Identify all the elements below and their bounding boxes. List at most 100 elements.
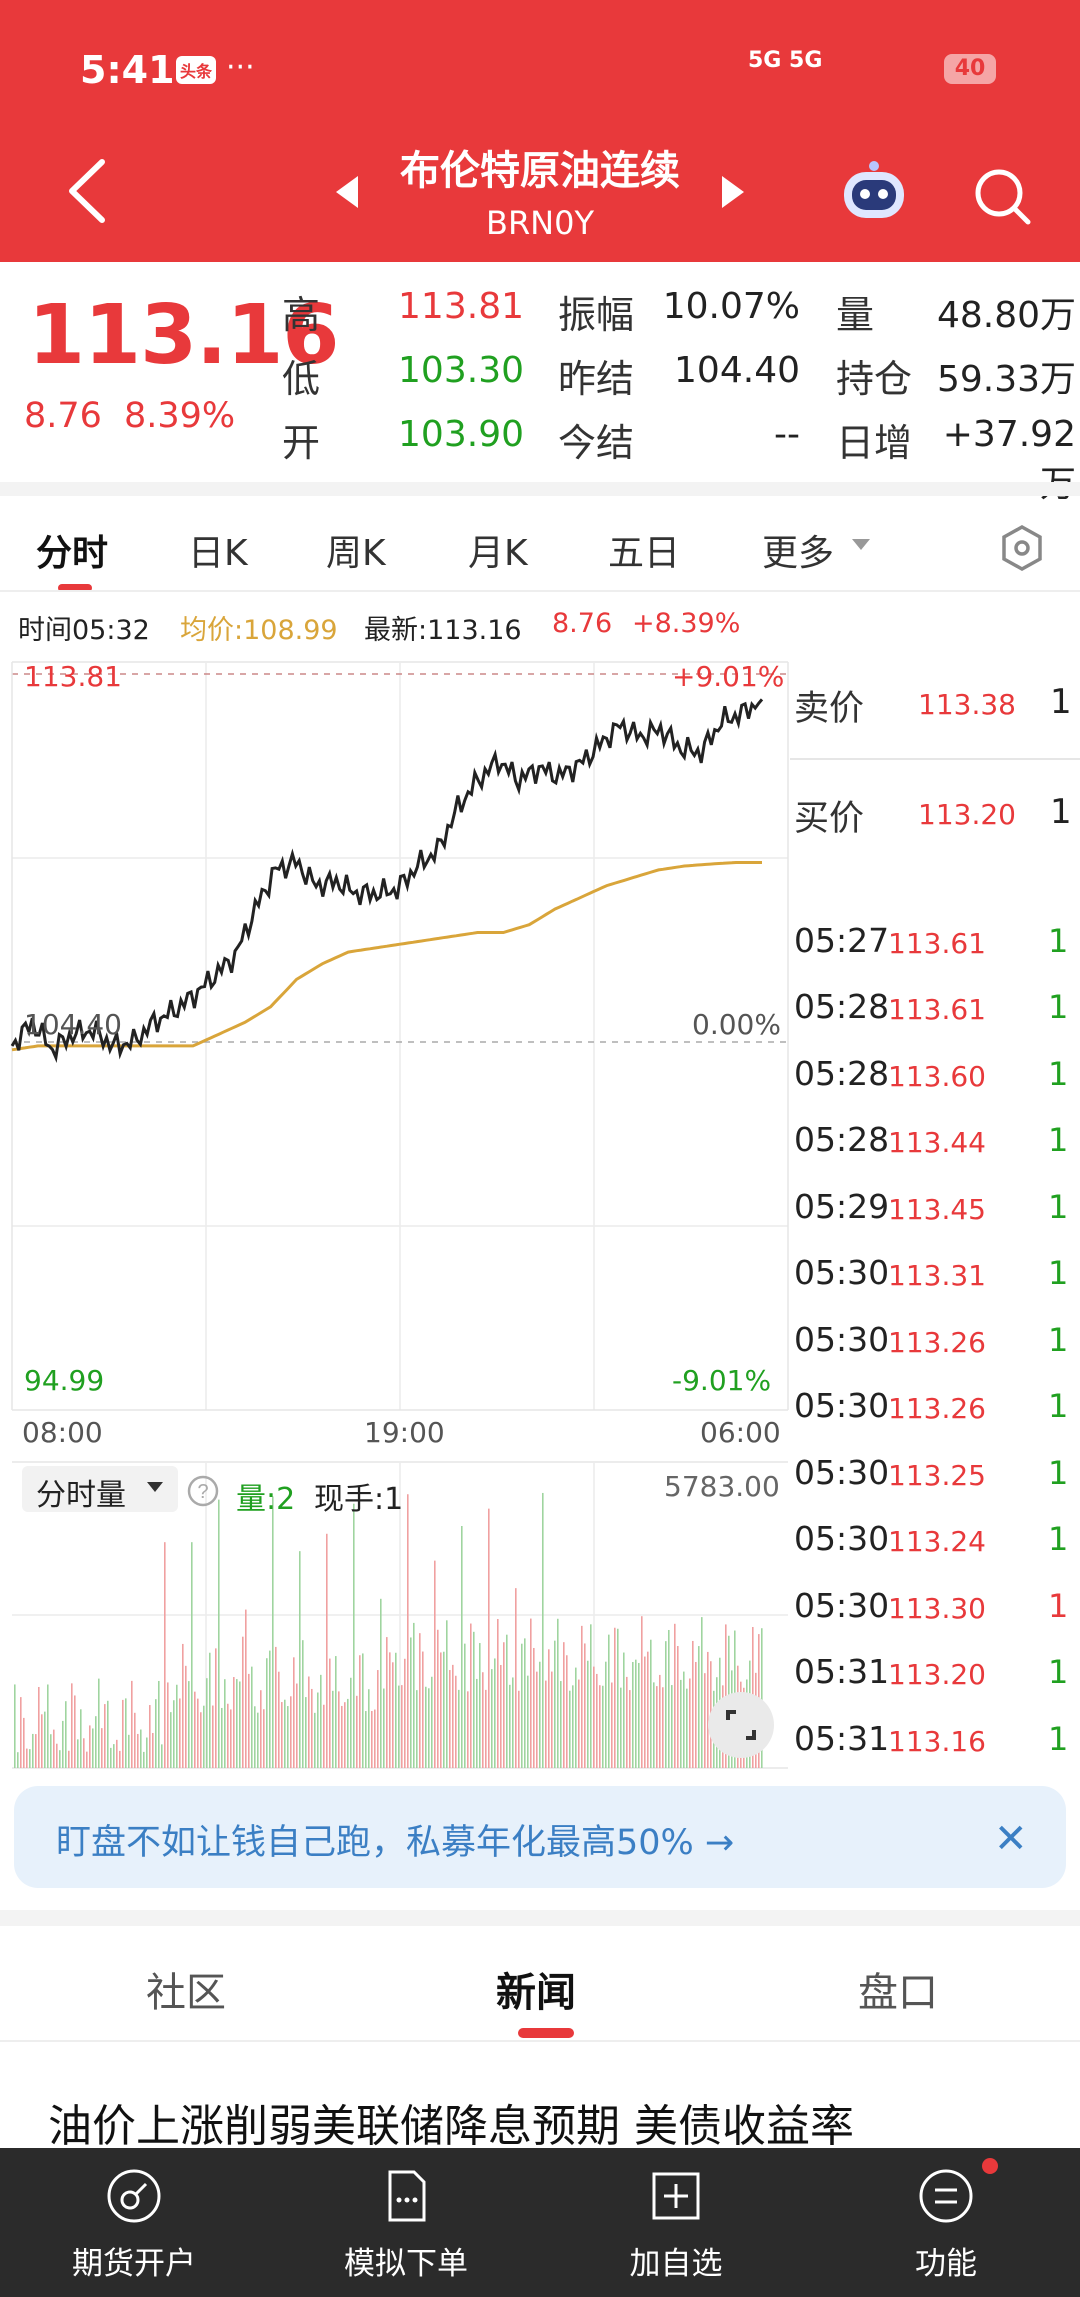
tab-community[interactable]: 社区 [146, 1960, 226, 2018]
tab-more[interactable]: 更多 [762, 524, 834, 576]
volume-selector[interactable]: 分时量 [22, 1466, 178, 1513]
volume-bar [536, 1671, 538, 1768]
fullscreen-icon[interactable] [706, 1690, 776, 1760]
volume-bar [425, 1686, 427, 1768]
quote-label-open-interest: 持仓 [836, 357, 913, 401]
trade-price: 113.61 [888, 993, 986, 1026]
volume-bar [185, 1665, 187, 1768]
volume-bar [581, 1625, 583, 1768]
volume-bar [635, 1659, 637, 1768]
volume-bar [440, 1652, 442, 1768]
nav-functions-label: 功能 [915, 2246, 977, 2282]
trade-time: 05:28 [794, 1120, 890, 1159]
y-axis-bottom-pct: -9.01% [672, 1364, 772, 1397]
quote-value-volume: 48.80万 [936, 295, 1076, 336]
tab-daily-k[interactable]: 日K [188, 524, 248, 576]
volume-bar [383, 1688, 385, 1768]
app-root: 5:41 头条 ··· 5G 5G 40 布伦特原油连续 BRN0Y 113.1… [0, 0, 1080, 2297]
ask-volume: 1 [1050, 682, 1072, 722]
page-title: 布伦特原油连续 [400, 148, 680, 194]
quote-label-settle: 今结 [558, 421, 635, 465]
robot-assistant-icon[interactable] [838, 160, 910, 222]
news-headline[interactable]: 油价上涨削弱美联储降息预期 美债收益率 [48, 2090, 854, 2154]
quote-label-open: 开 [282, 421, 321, 465]
volume-bar [224, 1679, 226, 1768]
volume-bar [89, 1725, 91, 1768]
tab-intraday[interactable]: 分时 [36, 524, 108, 576]
volume-bar [38, 1686, 40, 1768]
nav-functions[interactable]: 功能 [836, 2148, 1056, 2297]
volume-bar [92, 1728, 94, 1768]
volume-bar [530, 1618, 532, 1768]
volume-bar [146, 1737, 148, 1768]
volume-bar [338, 1691, 340, 1768]
search-icon[interactable] [972, 166, 1032, 226]
volume-bar [485, 1689, 487, 1768]
close-icon[interactable]: ✕ [994, 1816, 1028, 1862]
volume-bar [665, 1641, 667, 1768]
tab-order-book[interactable]: 盘口 [858, 1960, 938, 2018]
volume-bar [152, 1732, 154, 1768]
volume-bar [509, 1684, 511, 1768]
tab-news[interactable]: 新闻 [496, 1960, 576, 2018]
nav-simulated-order[interactable]: 模拟下单 [296, 2148, 516, 2297]
promo-banner[interactable]: 盯盘不如让钱自己跑，私募年化最高50% → ✕ [14, 1786, 1066, 1888]
next-contract-icon[interactable] [722, 176, 744, 208]
volume-bar [455, 1675, 457, 1768]
add-box-icon [652, 2172, 700, 2220]
document-icon [388, 2170, 426, 2222]
volume-bar [656, 1686, 658, 1768]
tab-five-day[interactable]: 五日 [608, 524, 680, 576]
trade-volume: 1 [1048, 1121, 1069, 1159]
nav-add-watchlist[interactable]: 加自选 [566, 2148, 786, 2297]
volume-bar [125, 1698, 127, 1768]
promo-banner-text: 盯盘不如让钱自己跑，私募年化最高50% → [56, 1823, 735, 1863]
volume-bar [290, 1696, 292, 1768]
volume-bar [500, 1664, 502, 1768]
volume-bar [35, 1734, 37, 1768]
volume-bar [662, 1687, 664, 1768]
volume-bar [167, 1682, 169, 1768]
volume-bar [461, 1526, 463, 1768]
volume-bar [623, 1652, 625, 1768]
y-axis-top-label: 113.81 [24, 660, 122, 693]
quote-label-low: 低 [282, 357, 321, 401]
volume-bar [326, 1533, 328, 1768]
back-icon[interactable] [62, 156, 110, 226]
volume-bar [161, 1744, 163, 1768]
volume-bar [584, 1643, 586, 1768]
volume-bar [626, 1676, 628, 1768]
help-icon[interactable]: ? [186, 1474, 220, 1508]
settings-hex-icon[interactable] [998, 524, 1046, 572]
battery-icon: 40 [944, 54, 996, 84]
volume-bar [251, 1666, 253, 1768]
volume-bar [647, 1651, 649, 1768]
volume-bar [374, 1709, 376, 1768]
more-dropdown-icon [852, 539, 870, 550]
ask-price: 113.38 [918, 688, 1016, 721]
quote-value-open-interest: 59.33万 [936, 359, 1076, 400]
volume-bar [143, 1751, 145, 1768]
nav-simulated-order-label: 模拟下单 [344, 2246, 468, 2282]
volume-bar [242, 1636, 244, 1768]
signal-indicators: 5G 5G [748, 48, 823, 73]
tab-monthly-k[interactable]: 月K [468, 524, 528, 576]
tab-weekly-k[interactable]: 周K [326, 524, 386, 576]
y-axis-top-pct: +9.01% [672, 660, 785, 693]
volume-bar [347, 1698, 349, 1768]
price-line [10, 698, 764, 1063]
volume-bar [236, 1679, 238, 1768]
volume-bar [599, 1685, 601, 1768]
order-book-divider [790, 758, 1080, 760]
status-dots: ··· [226, 50, 255, 85]
volume-bar [395, 1652, 397, 1768]
nav-open-account-label: 期货开户 [72, 2246, 196, 2282]
volume-bar [569, 1690, 571, 1768]
y-axis-bottom-label: 94.99 [24, 1364, 105, 1397]
volume-bar [422, 1651, 424, 1768]
volume-bar [44, 1711, 46, 1768]
volume-bar [179, 1698, 181, 1768]
info-change: 8.76 [552, 608, 613, 639]
volume-bar [572, 1685, 574, 1768]
nav-open-account[interactable]: 期货开户 [24, 2148, 244, 2297]
